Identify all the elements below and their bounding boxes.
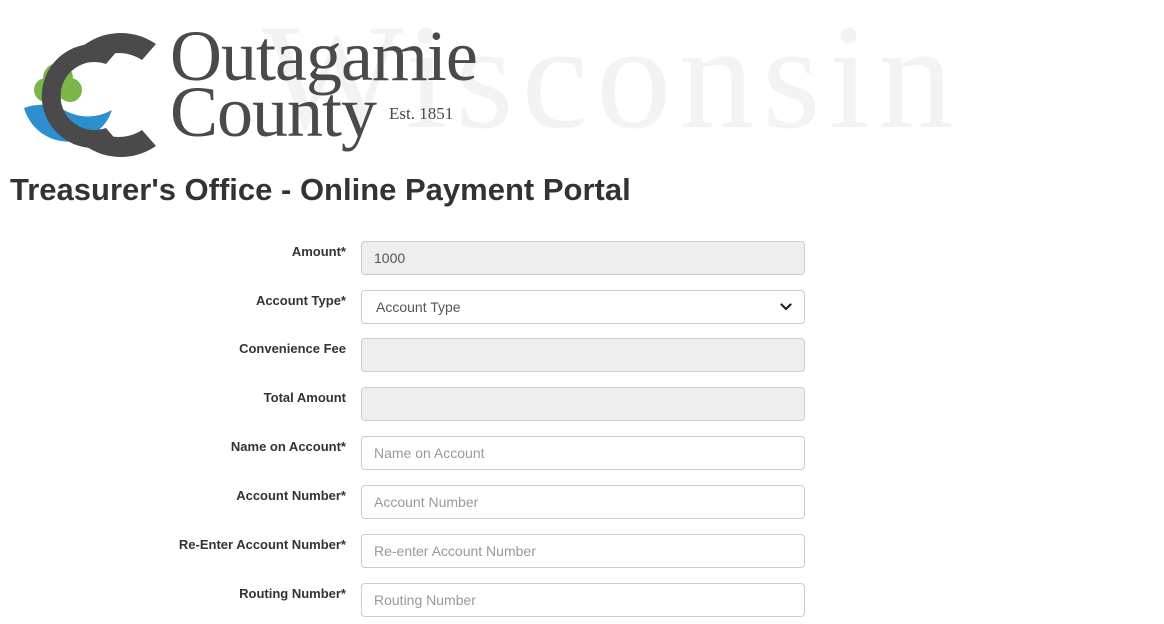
site-header: Wisconsin Outagamie County Est. 1851	[0, 0, 1164, 165]
amount-field[interactable]	[361, 241, 805, 275]
page-title: Treasurer's Office - Online Payment Port…	[10, 172, 631, 207]
total-amount-row: Total Amount	[0, 387, 1164, 424]
name-on-account-label: Name on Account*	[230, 439, 346, 454]
chevron-down-icon	[780, 303, 792, 311]
county-logo-icon	[22, 32, 157, 157]
account-number-row: Account Number*	[0, 485, 1164, 522]
routing-number-field[interactable]	[361, 583, 805, 617]
logo-text-county: County	[170, 72, 377, 152]
account-type-label: Account Type*	[255, 293, 346, 308]
convenience-fee-label: Convenience Fee	[239, 341, 346, 356]
account-number-label: Account Number*	[236, 488, 346, 503]
amount-row: Amount*	[0, 241, 1164, 278]
name-on-account-field[interactable]	[361, 436, 805, 470]
total-amount-label: Total Amount	[263, 390, 346, 405]
reenter-account-number-label: Re-Enter Account Number*	[178, 537, 346, 552]
routing-number-row: Routing Number*	[0, 583, 1164, 620]
account-type-selected: Account Type	[376, 299, 461, 315]
account-number-field[interactable]	[361, 485, 805, 519]
routing-number-label: Routing Number*	[239, 586, 346, 601]
name-on-account-row: Name on Account*	[0, 436, 1164, 473]
account-type-select[interactable]: Account Type	[361, 290, 805, 324]
convenience-fee-field[interactable]	[361, 338, 805, 372]
logo-text-established: Est. 1851	[389, 104, 454, 123]
reenter-account-number-row: Re-Enter Account Number*	[0, 534, 1164, 571]
reenter-account-number-field[interactable]	[361, 534, 805, 568]
total-amount-field[interactable]	[361, 387, 805, 421]
account-type-row: Account Type* Account Type	[0, 290, 1164, 327]
convenience-fee-row: Convenience Fee	[0, 338, 1164, 375]
amount-label: Amount*	[291, 244, 346, 259]
